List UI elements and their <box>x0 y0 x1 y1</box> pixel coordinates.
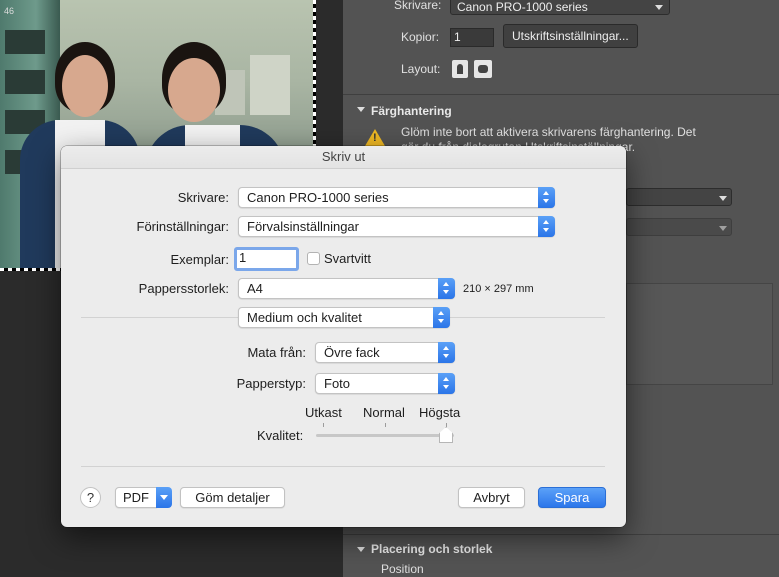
bw-checkbox[interactable] <box>307 252 320 265</box>
hide-details-button[interactable]: Göm detaljer <box>180 487 285 508</box>
quality-level-normal: Normal <box>363 405 405 420</box>
paper-size-label: Pappersstorlek: <box>138 281 229 296</box>
ps-color-handling-select[interactable] <box>626 188 732 206</box>
train-number: 46 <box>4 6 15 16</box>
chevron-down-icon[interactable] <box>357 547 365 552</box>
media-type-label: Papperstyp: <box>236 376 306 391</box>
stepper-icon <box>438 342 455 363</box>
chevron-down-icon <box>655 5 663 10</box>
ps-print-settings-button[interactable]: Utskriftsinställningar... <box>503 24 638 48</box>
printer-select[interactable]: Canon PRO-1000 series <box>238 187 555 208</box>
ps-placement-section-title: Placering och storlek <box>371 542 493 556</box>
help-button[interactable]: ? <box>80 487 101 508</box>
ps-position-label: Position <box>381 562 424 576</box>
chevron-down-icon[interactable] <box>156 487 172 508</box>
warning-icon <box>365 129 385 146</box>
ps-printer-label: Skrivare: <box>394 0 442 12</box>
pdf-button[interactable]: PDF <box>115 487 157 508</box>
ps-color-section-title: Färghantering <box>371 104 452 118</box>
feed-select[interactable]: Övre fack <box>315 342 455 363</box>
media-type-select[interactable]: Foto <box>315 373 455 394</box>
printer-label: Skrivare: <box>177 190 229 205</box>
quality-slider[interactable] <box>316 434 454 437</box>
section-select[interactable]: Medium och kvalitet <box>238 307 450 328</box>
landscape-orientation-icon[interactable] <box>474 60 492 78</box>
ps-printer-profile-select[interactable] <box>626 218 732 236</box>
paper-dimensions: 210 × 297 mm <box>463 283 534 295</box>
copies-input[interactable]: 1 <box>234 247 299 271</box>
ps-copies-label: Kopior: <box>401 30 440 44</box>
quality-slider-knob[interactable] <box>439 427 453 443</box>
ps-warning-line1: Glöm inte bort att aktivera skrivarens f… <box>401 125 696 139</box>
stepper-icon <box>538 216 555 237</box>
copies-label: Exemplar: <box>170 252 229 267</box>
dialog-title: Skriv ut <box>61 146 626 169</box>
stepper-icon <box>538 187 555 208</box>
chevron-down-icon[interactable] <box>357 107 365 112</box>
feed-label: Mata från: <box>247 345 306 360</box>
stepper-icon <box>433 307 450 328</box>
bw-label[interactable]: Svartvitt <box>324 251 371 266</box>
ps-printer-select[interactable]: Canon PRO-1000 series <box>450 0 670 15</box>
ps-layout-label: Layout: <box>401 62 441 76</box>
print-dialog: Skriv ut Skrivare: Canon PRO-1000 series… <box>61 146 626 527</box>
quality-label: Kvalitet: <box>257 428 304 443</box>
cancel-button[interactable]: Avbryt <box>458 487 525 508</box>
ps-copies-input[interactable]: 1 <box>450 28 494 47</box>
presets-label: Förinställningar: <box>136 219 230 234</box>
quality-level-best: Högsta <box>419 405 461 420</box>
save-button[interactable]: Spara <box>538 487 606 508</box>
quality-level-draft: Utkast <box>305 405 342 420</box>
paper-size-select[interactable]: A4 <box>238 278 455 299</box>
portrait-orientation-icon[interactable] <box>452 60 468 78</box>
presets-select[interactable]: Förvalsinställningar <box>238 216 555 237</box>
chevron-down-icon <box>719 196 727 201</box>
chevron-down-icon <box>719 226 727 231</box>
stepper-icon <box>438 278 455 299</box>
ps-description-box <box>626 283 773 385</box>
stepper-icon <box>438 373 455 394</box>
